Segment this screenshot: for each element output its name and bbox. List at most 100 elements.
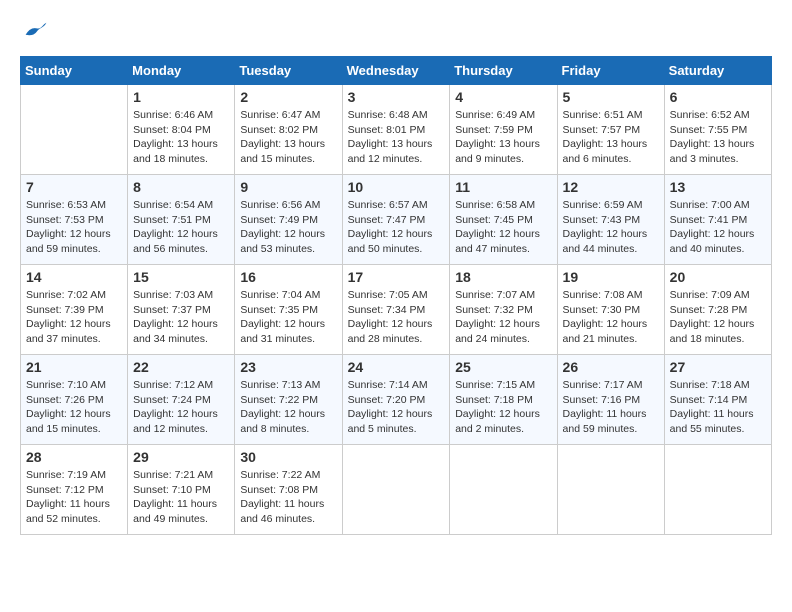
day-info: Sunrise: 6:53 AMSunset: 7:53 PMDaylight:… bbox=[26, 198, 122, 257]
day-info: Sunrise: 7:08 AMSunset: 7:30 PMDaylight:… bbox=[563, 288, 659, 347]
day-info: Sunrise: 7:12 AMSunset: 7:24 PMDaylight:… bbox=[133, 378, 229, 437]
calendar-cell: 26 Sunrise: 7:17 AMSunset: 7:16 PMDayligh… bbox=[557, 355, 664, 445]
day-header-monday: Monday bbox=[128, 57, 235, 85]
day-number: 25 bbox=[455, 359, 551, 375]
calendar-cell: 30 Sunrise: 7:22 AMSunset: 7:08 PMDayligh… bbox=[235, 445, 342, 535]
day-number: 10 bbox=[348, 179, 445, 195]
day-info: Sunrise: 7:19 AMSunset: 7:12 PMDaylight:… bbox=[26, 468, 122, 527]
day-number: 13 bbox=[670, 179, 766, 195]
day-info: Sunrise: 7:02 AMSunset: 7:39 PMDaylight:… bbox=[26, 288, 122, 347]
day-number: 16 bbox=[240, 269, 336, 285]
calendar-cell: 10 Sunrise: 6:57 AMSunset: 7:47 PMDayligh… bbox=[342, 175, 450, 265]
day-number: 4 bbox=[455, 89, 551, 105]
day-info: Sunrise: 7:00 AMSunset: 7:41 PMDaylight:… bbox=[670, 198, 766, 257]
day-header-saturday: Saturday bbox=[664, 57, 771, 85]
calendar-cell: 18 Sunrise: 7:07 AMSunset: 7:32 PMDayligh… bbox=[450, 265, 557, 355]
calendar-cell: 21 Sunrise: 7:10 AMSunset: 7:26 PMDayligh… bbox=[21, 355, 128, 445]
calendar-cell bbox=[21, 85, 128, 175]
calendar-cell: 23Sunrise: 7:13 AMSunset: 7:22 PMDayligh… bbox=[235, 355, 342, 445]
calendar-table: SundayMondayTuesdayWednesdayThursdayFrid… bbox=[20, 56, 772, 535]
day-info: Sunrise: 6:51 AMSunset: 7:57 PMDaylight:… bbox=[563, 108, 659, 167]
day-info: Sunrise: 6:48 AMSunset: 8:01 PMDaylight:… bbox=[348, 108, 445, 167]
day-number: 1 bbox=[133, 89, 229, 105]
day-number: 27 bbox=[670, 359, 766, 375]
calendar-cell: 1 Sunrise: 6:46 AMSunset: 8:04 PMDaylight… bbox=[128, 85, 235, 175]
day-number: 15 bbox=[133, 269, 229, 285]
day-info: Sunrise: 7:22 AMSunset: 7:08 PMDaylight:… bbox=[240, 468, 336, 527]
calendar-cell: 13 Sunrise: 7:00 AMSunset: 7:41 PMDayligh… bbox=[664, 175, 771, 265]
day-number: 21 bbox=[26, 359, 122, 375]
logo bbox=[20, 20, 48, 40]
day-info: Sunrise: 7:18 AMSunset: 7:14 PMDaylight:… bbox=[670, 378, 766, 437]
day-info: Sunrise: 6:54 AMSunset: 7:51 PMDaylight:… bbox=[133, 198, 229, 257]
day-number: 11 bbox=[455, 179, 551, 195]
calendar-cell: 29 Sunrise: 7:21 AMSunset: 7:10 PMDayligh… bbox=[128, 445, 235, 535]
day-number: 22 bbox=[133, 359, 229, 375]
day-header-sunday: Sunday bbox=[21, 57, 128, 85]
calendar-cell: 25 Sunrise: 7:15 AMSunset: 7:18 PMDayligh… bbox=[450, 355, 557, 445]
calendar-cell bbox=[557, 445, 664, 535]
day-info: Sunrise: 7:17 AMSunset: 7:16 PMDaylight:… bbox=[563, 378, 659, 437]
day-info: Sunrise: 7:10 AMSunset: 7:26 PMDaylight:… bbox=[26, 378, 122, 437]
day-info: Sunrise: 6:57 AMSunset: 7:47 PMDaylight:… bbox=[348, 198, 445, 257]
calendar-cell: 8 Sunrise: 6:54 AMSunset: 7:51 PMDaylight… bbox=[128, 175, 235, 265]
day-number: 24 bbox=[348, 359, 445, 375]
day-number: 20 bbox=[670, 269, 766, 285]
calendar-cell bbox=[664, 445, 771, 535]
calendar-cell: 17 Sunrise: 7:05 AMSunset: 7:34 PMDayligh… bbox=[342, 265, 450, 355]
calendar-cell: 2 Sunrise: 6:47 AMSunset: 8:02 PMDaylight… bbox=[235, 85, 342, 175]
day-header-wednesday: Wednesday bbox=[342, 57, 450, 85]
day-number: 3 bbox=[348, 89, 445, 105]
day-number: 26 bbox=[563, 359, 659, 375]
day-number: 28 bbox=[26, 449, 122, 465]
calendar-cell: 7Sunrise: 6:53 AMSunset: 7:53 PMDaylight… bbox=[21, 175, 128, 265]
day-info: Sunrise: 6:49 AMSunset: 7:59 PMDaylight:… bbox=[455, 108, 551, 167]
day-header-thursday: Thursday bbox=[450, 57, 557, 85]
day-info: Sunrise: 7:21 AMSunset: 7:10 PMDaylight:… bbox=[133, 468, 229, 527]
week-row: 1 Sunrise: 6:46 AMSunset: 8:04 PMDaylight… bbox=[21, 85, 772, 175]
day-info: Sunrise: 6:47 AMSunset: 8:02 PMDaylight:… bbox=[240, 108, 336, 167]
calendar-cell: 20 Sunrise: 7:09 AMSunset: 7:28 PMDayligh… bbox=[664, 265, 771, 355]
day-number: 5 bbox=[563, 89, 659, 105]
calendar-cell: 6 Sunrise: 6:52 AMSunset: 7:55 PMDaylight… bbox=[664, 85, 771, 175]
day-number: 6 bbox=[670, 89, 766, 105]
day-info: Sunrise: 6:46 AMSunset: 8:04 PMDaylight:… bbox=[133, 108, 229, 167]
calendar-cell: 12 Sunrise: 6:59 AMSunset: 7:43 PMDayligh… bbox=[557, 175, 664, 265]
day-info: Sunrise: 6:59 AMSunset: 7:43 PMDaylight:… bbox=[563, 198, 659, 257]
day-number: 2 bbox=[240, 89, 336, 105]
calendar-cell: 9 Sunrise: 6:56 AMSunset: 7:49 PMDaylight… bbox=[235, 175, 342, 265]
calendar-cell: 24 Sunrise: 7:14 AMSunset: 7:20 PMDayligh… bbox=[342, 355, 450, 445]
calendar-cell: 3 Sunrise: 6:48 AMSunset: 8:01 PMDaylight… bbox=[342, 85, 450, 175]
day-number: 9 bbox=[240, 179, 336, 195]
day-number: 17 bbox=[348, 269, 445, 285]
day-header-tuesday: Tuesday bbox=[235, 57, 342, 85]
day-header-friday: Friday bbox=[557, 57, 664, 85]
calendar-cell bbox=[450, 445, 557, 535]
day-number: 29 bbox=[133, 449, 229, 465]
day-number: 19 bbox=[563, 269, 659, 285]
week-row: 28 Sunrise: 7:19 AMSunset: 7:12 PMDayligh… bbox=[21, 445, 772, 535]
day-info: Sunrise: 7:04 AMSunset: 7:35 PMDaylight:… bbox=[240, 288, 336, 347]
calendar-cell: 14Sunrise: 7:02 AMSunset: 7:39 PMDayligh… bbox=[21, 265, 128, 355]
week-row: 14Sunrise: 7:02 AMSunset: 7:39 PMDayligh… bbox=[21, 265, 772, 355]
calendar-cell: 4 Sunrise: 6:49 AMSunset: 7:59 PMDaylight… bbox=[450, 85, 557, 175]
day-number: 30 bbox=[240, 449, 336, 465]
day-info: Sunrise: 7:14 AMSunset: 7:20 PMDaylight:… bbox=[348, 378, 445, 437]
day-number: 23 bbox=[240, 359, 336, 375]
week-row: 21 Sunrise: 7:10 AMSunset: 7:26 PMDayligh… bbox=[21, 355, 772, 445]
day-number: 12 bbox=[563, 179, 659, 195]
day-number: 18 bbox=[455, 269, 551, 285]
day-info: Sunrise: 7:05 AMSunset: 7:34 PMDaylight:… bbox=[348, 288, 445, 347]
day-info: Sunrise: 6:56 AMSunset: 7:49 PMDaylight:… bbox=[240, 198, 336, 257]
calendar-cell bbox=[342, 445, 450, 535]
logo-bird-icon bbox=[24, 20, 48, 40]
calendar-cell: 15 Sunrise: 7:03 AMSunset: 7:37 PMDayligh… bbox=[128, 265, 235, 355]
day-info: Sunrise: 7:09 AMSunset: 7:28 PMDaylight:… bbox=[670, 288, 766, 347]
day-info: Sunrise: 7:15 AMSunset: 7:18 PMDaylight:… bbox=[455, 378, 551, 437]
day-number: 8 bbox=[133, 179, 229, 195]
day-info: Sunrise: 7:03 AMSunset: 7:37 PMDaylight:… bbox=[133, 288, 229, 347]
calendar-cell: 28 Sunrise: 7:19 AMSunset: 7:12 PMDayligh… bbox=[21, 445, 128, 535]
day-info: Sunrise: 7:07 AMSunset: 7:32 PMDaylight:… bbox=[455, 288, 551, 347]
day-info: Sunrise: 6:52 AMSunset: 7:55 PMDaylight:… bbox=[670, 108, 766, 167]
calendar-cell: 5 Sunrise: 6:51 AMSunset: 7:57 PMDaylight… bbox=[557, 85, 664, 175]
